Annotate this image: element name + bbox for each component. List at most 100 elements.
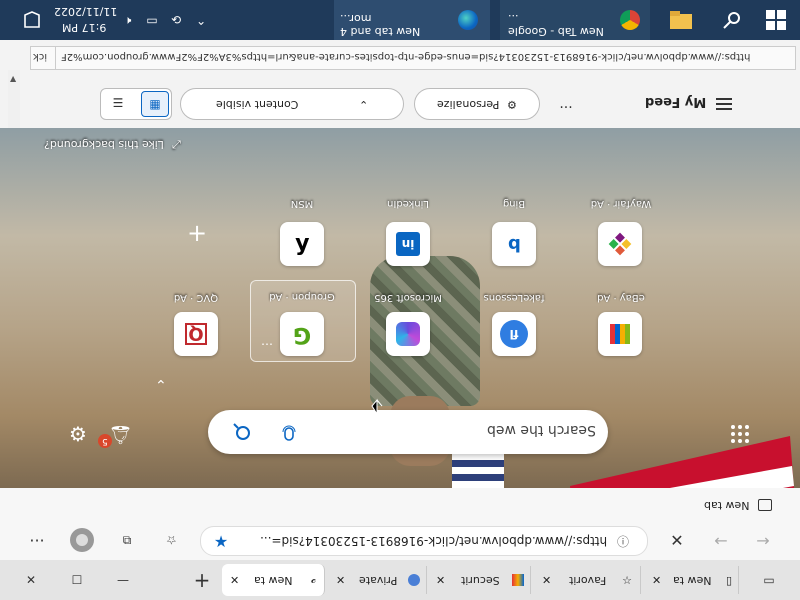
tab-actions-icon: ▭ [763, 573, 775, 587]
collections-button[interactable]: ⧉ [116, 530, 138, 550]
top-site-groupon[interactable]: G [280, 312, 324, 356]
expand-icon: ⤢ [172, 138, 181, 151]
close-icon: ✕ [25, 573, 37, 587]
maximize-button[interactable]: ☐ [66, 570, 88, 590]
tab-page-icon [757, 499, 772, 511]
top-site-linkedin[interactable]: in [386, 222, 430, 266]
tab-close-icon[interactable]: ✕ [542, 574, 551, 587]
search-placeholder: Search the web [487, 422, 596, 438]
hamburger-menu-icon[interactable] [714, 94, 734, 114]
notification-center-button[interactable] [22, 10, 42, 30]
file-explorer-button[interactable] [664, 0, 698, 40]
grid-view-icon[interactable]: ▦ [141, 91, 169, 117]
tile-more-options-icon[interactable]: … [257, 333, 277, 349]
tab-new-tab-1[interactable]: ✕ New ta ▯ [646, 566, 739, 594]
top-site-ebay[interactable] [598, 312, 642, 356]
forward-button[interactable]: ← [710, 530, 732, 550]
app-launcher-icon[interactable] [728, 422, 752, 446]
plus-icon: + [193, 568, 211, 592]
url-field[interactable]: ⓘ https://www.dpbolvw.net/click-9168913-… [200, 526, 648, 556]
edge-icon [458, 10, 478, 30]
clock[interactable]: 11/11/2022 9:17 PM [54, 3, 118, 37]
groupon-icon: G [292, 321, 312, 347]
my-feed-title: My Feed [644, 94, 706, 109]
top-site-label: LinkedIn [387, 198, 429, 209]
minimize-icon: — [117, 573, 129, 587]
bing-icon: b [507, 233, 521, 255]
top-site-label: MSN [290, 198, 314, 209]
network-icon[interactable]: ⟲ [166, 10, 186, 30]
layout-toggle[interactable]: ▦ ☰ [100, 88, 172, 120]
wayfair-icon [608, 232, 632, 256]
tab-new-tab-active[interactable]: ✕ New ta 𝓬 [222, 564, 325, 596]
microsoft365-icon [396, 322, 420, 346]
clock-date: 11/11/2022 [54, 5, 118, 18]
back-button[interactable]: → [752, 530, 774, 550]
favorites-star-icon: ☆ [622, 573, 632, 587]
start-button[interactable] [758, 0, 794, 40]
more-options-icon[interactable]: ... [554, 94, 578, 114]
top-site-wayfair[interactable] [598, 222, 642, 266]
like-background-link[interactable]: ⤢ Like this background? [44, 138, 194, 154]
show-more-sites-button[interactable]: ⌄ [152, 376, 170, 392]
top-site-msn[interactable]: ʎ [280, 222, 324, 266]
info-icon[interactable]: ⓘ [613, 531, 633, 551]
top-site-label: Bing [502, 198, 526, 209]
top-site-label: Groupon · Ad [269, 291, 335, 302]
tab-close-icon[interactable]: ✕ [230, 574, 239, 587]
customize-icon: ⚙ [507, 97, 518, 111]
voice-search-icon[interactable] [278, 420, 300, 444]
tab-private[interactable]: ✕ Private [330, 566, 427, 594]
taskbar-window-label: New Tab - Google ... [508, 12, 604, 38]
favorites-item-new-tab[interactable]: New tab [704, 496, 788, 514]
favorites-button[interactable]: ☆ [160, 530, 182, 550]
top-site-label: fakeLessons [483, 292, 545, 303]
tab-close-icon[interactable]: ✕ [436, 574, 445, 587]
taskbar-chrome-window[interactable]: New Tab - Google ... [500, 0, 650, 40]
search-box[interactable]: Search the web [208, 410, 608, 454]
top-site-bing[interactable]: b [492, 222, 536, 266]
stop-button[interactable]: ✕ [666, 530, 688, 550]
msn-icon: ʎ [294, 231, 310, 257]
battery-icon[interactable]: ▭ [142, 10, 162, 30]
favorite-star-icon[interactable]: ★ [211, 531, 231, 551]
settings-more-button[interactable]: ··· [26, 530, 48, 550]
clock-time: 9:17 PM [61, 21, 107, 34]
close-window-button[interactable]: ✕ [20, 570, 42, 590]
content-visible-dropdown[interactable]: Content visible ⌄ [180, 88, 404, 120]
top-site-groupon-hover[interactable]: G … Groupon · Ad [250, 280, 356, 362]
status-url-bar: https://www.dpbolvw.net/click-9168913-15… [54, 46, 796, 70]
chevron-up-icon: ⌃ [195, 13, 207, 27]
url-text: https://www.dpbolvw.net/click-9168913-15… [259, 534, 607, 548]
volume-icon[interactable]: 🔈︎ [118, 10, 138, 30]
tab-strip: ▭ ✕ New ta ▯ ✕ Favorit ☆ ✕ Securit ✕ Pri… [0, 560, 800, 600]
top-site-fakelessons[interactable]: fl [492, 312, 536, 356]
linkedin-icon: in [396, 232, 420, 256]
taskbar-edge-window[interactable]: New tab and 4 mor... [334, 0, 490, 42]
add-site-button[interactable]: + [184, 219, 210, 247]
top-site-microsoft365[interactable] [386, 312, 430, 356]
avatar-icon [76, 534, 88, 546]
search-taskbar-button[interactable] [714, 0, 750, 40]
qvc-icon: Q [185, 323, 207, 345]
minimize-button[interactable]: — [112, 570, 134, 590]
page-settings-button[interactable]: ⚙ [66, 422, 90, 446]
tab-close-icon[interactable]: ✕ [652, 574, 661, 587]
personalize-button[interactable]: Personalize ⚙ [414, 88, 540, 120]
top-site-qvc[interactable]: Q [174, 312, 218, 356]
new-tab-button[interactable]: + [190, 568, 214, 592]
profile-avatar[interactable] [70, 528, 94, 552]
chrome-icon [620, 10, 640, 30]
fakelessons-icon: fl [500, 320, 528, 348]
tab-close-icon[interactable]: ✕ [336, 574, 345, 587]
top-site-label: Wayfair · Ad [590, 198, 652, 209]
list-view-icon[interactable]: ☰ [105, 91, 131, 115]
gear-icon: ⚙ [69, 422, 87, 446]
tab-actions-button[interactable]: ▭ [758, 570, 780, 590]
tab-favorites[interactable]: ✕ Favorit ☆ [536, 566, 641, 594]
tab-security[interactable]: ✕ Securit [430, 566, 531, 594]
page-viewport: https://www.dpbolvw.net/click-9168913-15… [0, 40, 800, 488]
search-icon[interactable] [232, 420, 254, 444]
mouse-cursor [370, 396, 384, 416]
show-hidden-icons-button[interactable]: ⌃ [192, 10, 210, 30]
